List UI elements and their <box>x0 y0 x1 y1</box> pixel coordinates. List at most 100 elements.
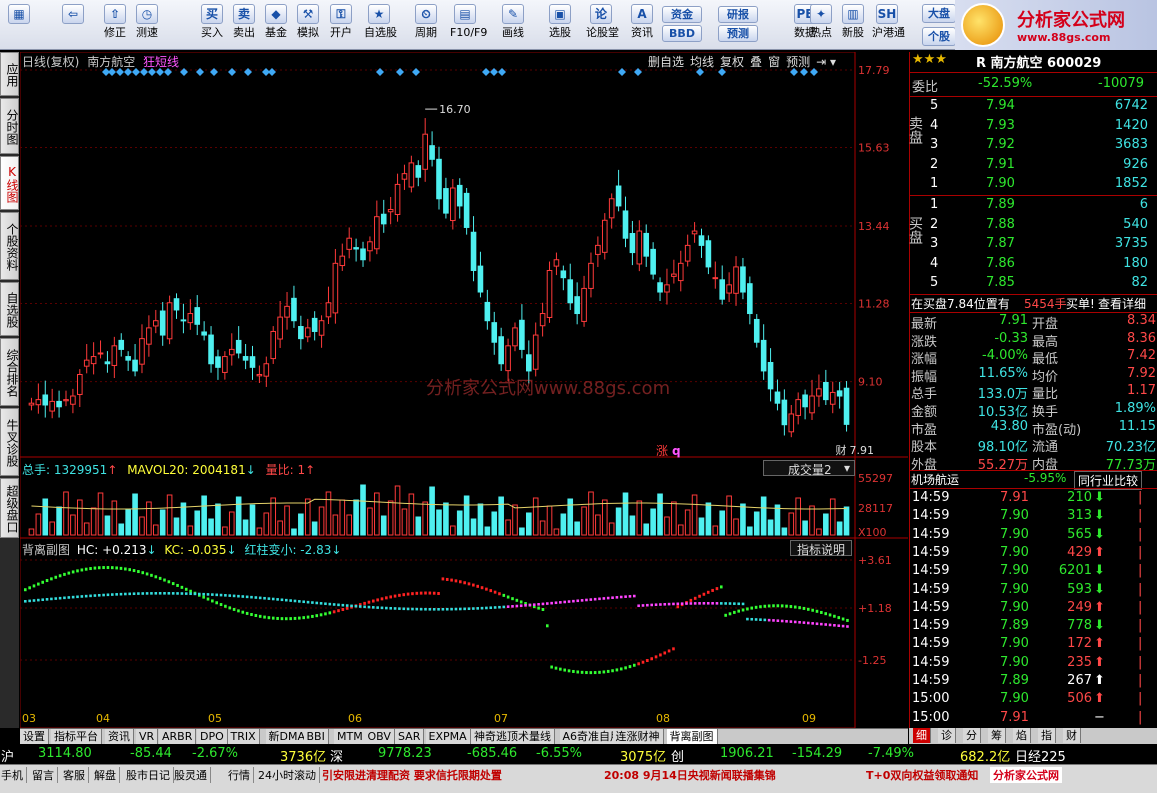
tick-time: 14:59 <box>912 599 950 615</box>
indicator-tab-16[interactable]: 背离副图 <box>666 729 718 744</box>
indicator-tab-5[interactable]: DPO <box>197 729 228 744</box>
indicator-tab-2[interactable]: 资讯 <box>105 729 134 744</box>
right-tab-3[interactable]: 筹 <box>988 728 1006 743</box>
chart-btn-4[interactable]: 窗 <box>768 55 780 69</box>
toolbar-news-button[interactable]: A 资讯 <box>627 4 657 48</box>
toolbar-pen-button[interactable]: ✎ 画线 <box>498 4 528 48</box>
status-item-2[interactable]: 客服 <box>63 767 89 783</box>
right-tab-2[interactable]: 分 <box>963 728 981 743</box>
right-tab-5[interactable]: 指 <box>1038 728 1056 743</box>
status-item-0[interactable]: 手机 <box>1 767 27 783</box>
sell-level-row[interactable]: 5 7.94 6742 <box>910 98 1157 117</box>
indicator-help-button[interactable]: 指标说明 <box>790 540 852 557</box>
play-icon[interactable]: ⇥ ▾ <box>816 55 836 69</box>
volume-indicator-dropdown[interactable]: 成交量2 ▾ <box>763 460 855 477</box>
news-ticker-2[interactable]: 20:08 9月14日央视新闻联播集锦 <box>604 767 776 783</box>
toolbar-fund-button[interactable]: ◆ 基金 <box>261 4 291 48</box>
volume-bar <box>49 521 55 536</box>
left-tab-2[interactable]: K线图 <box>0 156 19 210</box>
status-item-4[interactable]: 股市日记 <box>126 767 174 783</box>
buy-level-row[interactable]: 4 7.86 180 <box>910 256 1157 275</box>
toolbar-star-button[interactable]: ★ 自选股 <box>364 4 397 48</box>
indicator-dot <box>432 591 436 595</box>
toolbar-forecast-button[interactable]: 预测 <box>718 25 758 43</box>
left-tab-3[interactable]: 个股资料 <box>0 212 19 280</box>
indicator-tab-6[interactable]: TRIX <box>227 729 260 744</box>
toolbar-back-arrow-button[interactable]: ⇦ <box>58 4 88 48</box>
status-item-3[interactable]: 解盘 <box>94 767 120 783</box>
candle-body <box>28 402 35 406</box>
indicator-tab-0[interactable]: 设置 <box>20 729 49 744</box>
buy-level-row[interactable]: 1 7.89 6 <box>910 197 1157 216</box>
sell-level-row[interactable]: 3 7.92 3683 <box>910 137 1157 156</box>
left-tab-6[interactable]: 牛叉诊股 <box>0 408 19 476</box>
toolbar-f10-button[interactable]: ▤ F10/F9 <box>450 4 487 48</box>
toolbar-up-arrow-button[interactable]: ⇧ 修正 <box>100 4 130 48</box>
status-item-7[interactable]: 24小时滚动 <box>258 767 320 783</box>
toolbar-buy-button[interactable]: 买买入 <box>197 4 227 48</box>
toolbar-clock-button[interactable]: ◷ 测速 <box>132 4 162 48</box>
indicator-scale-label: +1.18 <box>858 602 892 615</box>
toolbar-stock-button[interactable]: 个股 <box>922 27 956 47</box>
toolbar-report-button[interactable]: 研报 <box>718 6 758 24</box>
toolbar-hammer-button[interactable]: ⚒ 模拟 <box>293 4 323 48</box>
toolbar-newstock-button[interactable]: ▥ 新股 <box>838 4 868 48</box>
indicator-dot <box>158 576 162 580</box>
buy-level-row[interactable]: 3 7.87 3735 <box>910 236 1157 255</box>
indicator-tab-15[interactable]: 连涨财神 <box>612 729 664 744</box>
toolbar-hot-button[interactable]: ✦ 热点 <box>806 4 836 48</box>
right-tab-6[interactable]: 财 <box>1063 728 1081 743</box>
chart-btn-5[interactable]: 预测 <box>786 55 810 69</box>
left-tab-5[interactable]: 综合排名 <box>0 338 19 406</box>
buy-level-row[interactable]: 5 7.85 82 <box>910 275 1157 294</box>
status-item-5[interactable]: 股灵通 <box>174 767 211 783</box>
right-tab-0[interactable]: 细 <box>913 728 931 743</box>
indicator-tab-7[interactable]: 新DMA <box>265 729 309 744</box>
sell-level-row[interactable]: 4 7.93 1420 <box>910 118 1157 137</box>
news-ticker-3[interactable]: T+0双向权益领取通知 <box>866 767 978 783</box>
sell-level-row[interactable]: 1 7.90 1852 <box>910 176 1157 195</box>
indicator-dot <box>41 580 44 584</box>
chart-formula-name[interactable]: 狂短线 <box>143 55 179 69</box>
indicator-tab-3[interactable]: VR <box>136 729 159 744</box>
left-tab-0[interactable]: 应用 <box>0 52 19 96</box>
right-tab-4[interactable]: 焰 <box>1013 728 1031 743</box>
toolbar-hkconnect-button[interactable]: SH 沪港通 <box>872 4 905 48</box>
indicator-tab-13[interactable]: 神奇逃顶术量线 <box>471 729 555 744</box>
chevron-down-icon: ▾ <box>843 461 850 475</box>
indicator-tab-10[interactable]: OBV <box>364 729 395 744</box>
toolbar-market-button[interactable]: 大盘 <box>922 4 956 24</box>
chart-period[interactable]: 日线(复权) <box>22 55 79 69</box>
chart-btn-2[interactable]: 复权 <box>720 55 744 69</box>
indicator-tab-11[interactable]: SAR <box>395 729 425 744</box>
left-tab-4[interactable]: 自选股 <box>0 282 19 336</box>
indicator-dot-2 <box>28 599 31 603</box>
left-tab-7[interactable]: 超级盘口 <box>0 478 19 538</box>
toolbar-screen-button[interactable]: ▣ 选股 <box>545 4 575 48</box>
indicator-tab-4[interactable]: ARBR <box>159 729 197 744</box>
indicator-tab-12[interactable]: EXPMA <box>425 729 471 744</box>
sell-level-row[interactable]: 2 7.91 926 <box>910 157 1157 176</box>
toolbar-money-button[interactable]: 资金 <box>662 6 702 24</box>
left-tab-1[interactable]: 分时图 <box>0 98 19 154</box>
chart-btn-0[interactable]: 删自选 <box>648 55 684 69</box>
toolbar-forum-button[interactable]: 论论股堂 <box>586 4 619 48</box>
toolbar-period-button[interactable]: ⏲ 周期 <box>411 4 441 48</box>
chart-btn-1[interactable]: 均线 <box>690 55 714 69</box>
toolbar-sell-button[interactable]: 卖卖出 <box>229 4 259 48</box>
toolbar-bbd-button[interactable]: BBD <box>662 25 702 43</box>
toolbar-grid-button[interactable]: ▦ <box>4 4 34 48</box>
status-item-6[interactable]: 行情 <box>228 767 254 783</box>
buy-level-row[interactable]: 2 7.88 540 <box>910 217 1157 236</box>
indicator-tab-8[interactable]: BBI <box>303 729 329 744</box>
chart-btn-3[interactable]: 叠 <box>750 55 762 69</box>
news-ticker-1[interactable]: 引安限进清理配资 要求信托限期处置 <box>322 767 502 783</box>
status-item-1[interactable]: 留言 <box>32 767 58 783</box>
sector-name[interactable]: 机场航运 <box>911 471 959 488</box>
right-tab-1[interactable]: 诊 <box>938 728 956 743</box>
indicator-tab-9[interactable]: MTM <box>334 729 367 744</box>
big-order-detail-link[interactable]: 查看详细 <box>1098 295 1146 312</box>
toolbar-lock-button[interactable]: ⚿ 开户 <box>326 4 356 48</box>
kline-chart-area[interactable]: 17.79 15.63 13.44 11.28 9.10 16.70 财 7.91 涨 q 5529… <box>19 51 908 729</box>
indicator-tab-1[interactable]: 指标平台 <box>51 729 102 744</box>
